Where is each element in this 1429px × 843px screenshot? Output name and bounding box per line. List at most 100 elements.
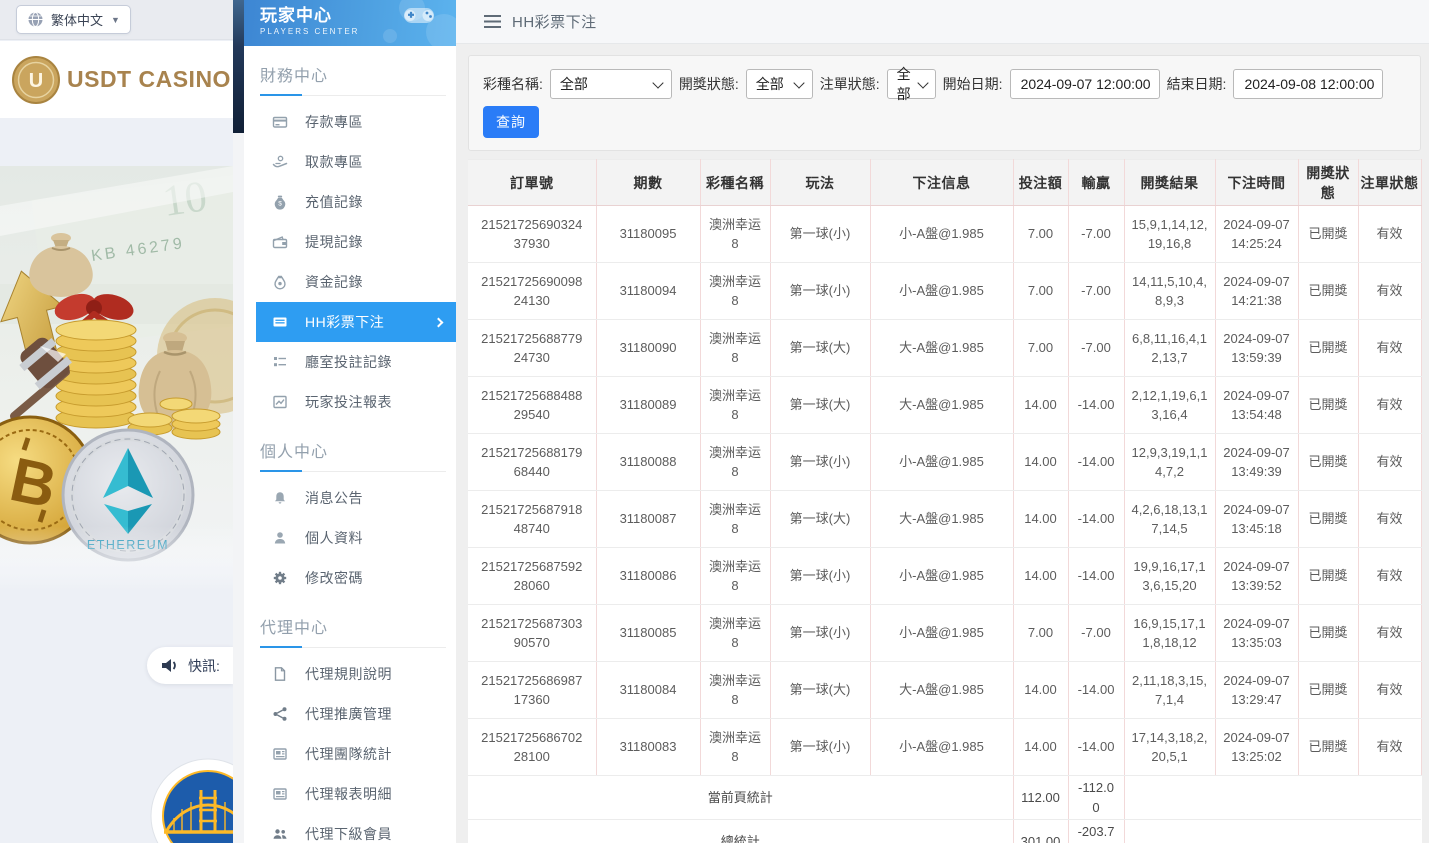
bet-cell: 已開獎 (1298, 719, 1358, 776)
bet-cell: 有效 (1358, 263, 1421, 320)
lottery-name-select[interactable]: 全部 (550, 69, 672, 99)
sidebar-item-withdrawal-records[interactable]: 提現記錄 (244, 222, 456, 262)
bet-cell: 有效 (1358, 662, 1421, 719)
bet-row: 215217256887792473031180090澳洲幸运8第一球(大)大-… (468, 320, 1421, 377)
bet-row: 215217256881796844031180088澳洲幸运8第一球(小)小-… (468, 434, 1421, 491)
sidebar-item-agent-rules[interactable]: 代理規則說明 (244, 654, 456, 694)
sidebar-item-agent-team-stats[interactable]: 代理團隊統計 (244, 734, 456, 774)
bet-cell: -7.00 (1068, 263, 1124, 320)
sidebar-item-agent-report-detail[interactable]: 代理報表明細 (244, 774, 456, 814)
bet-cell: -14.00 (1068, 548, 1124, 605)
end-date-input[interactable]: 2024-09-08 12:00:00 (1233, 69, 1383, 99)
bet-cell: 2024-09-07 13:49:39 (1215, 434, 1298, 491)
bet-cell: 大-A盤@1.985 (870, 377, 1013, 434)
svg-text:$: $ (278, 201, 282, 208)
bet-cell: 澳洲幸运8 (700, 377, 770, 434)
bet-cell: 12,9,3,19,1,14,7,2 (1124, 434, 1215, 491)
bet-cell: 澳洲幸运8 (700, 491, 770, 548)
document-icon (272, 666, 288, 682)
bet-cell: -14.00 (1068, 719, 1124, 776)
col-lottery-name: 彩種名稱 (700, 160, 770, 206)
sidebar-item-label: 修改密碼 (305, 568, 363, 588)
chevron-down-icon (652, 77, 663, 88)
sidebar-item-player-bet-report[interactable]: 玩家投注報表 (244, 382, 456, 422)
col-order-status: 注單狀態 (1358, 160, 1421, 206)
panel-edge-strip (233, 0, 244, 133)
recharge-bag-icon: $ (272, 194, 288, 210)
bet-cell: 2152172568698717360 (468, 662, 596, 719)
bet-cell: 2152172569032437930 (468, 206, 596, 263)
draw-status-select[interactable]: 全部 (746, 69, 813, 99)
sidebar-item-recharge-records[interactable]: $ 充值記錄 (244, 182, 456, 222)
sidebar-item-change-password[interactable]: 修改密碼 (244, 558, 456, 598)
sidebar-item-label: 存款專區 (305, 112, 363, 132)
bet-cell: 有效 (1358, 320, 1421, 377)
sidebar-item-hh-lottery-bets[interactable]: HH彩票下注 (256, 302, 456, 342)
hamburger-icon[interactable] (484, 15, 501, 28)
bet-cell: 14.00 (1013, 719, 1068, 776)
bet-cell: 澳洲幸运8 (700, 320, 770, 377)
sidebar-item-withdraw[interactable]: 取款專區 (244, 142, 456, 182)
globe-icon (27, 11, 44, 28)
sidebar-item-agent-downline-members[interactable]: 代理下級會員 (244, 814, 456, 843)
page-title: HH彩票下注 (512, 11, 597, 32)
col-bet-info: 下注信息 (870, 160, 1013, 206)
news-label: 快訊: (188, 656, 220, 676)
sidebar-item-hall-bet-records[interactable]: 廳室投註記錄 (244, 342, 456, 382)
users-icon (272, 826, 288, 842)
bet-cell: 第一球(大) (770, 320, 870, 377)
bet-cell: 2024-09-07 13:39:52 (1215, 548, 1298, 605)
sidebar-item-deposit[interactable]: 存款專區 (244, 102, 456, 142)
language-selector[interactable]: 繁体中文 ▼ (16, 5, 131, 34)
bet-cell: 小-A盤@1.985 (870, 548, 1013, 605)
order-status-value: 全部 (897, 64, 911, 104)
top-language-bar: 繁体中文 ▼ (0, 0, 233, 40)
order-status-select[interactable]: 全部 (887, 69, 936, 99)
bet-cell: 4,2,6,18,13,17,14,5 (1124, 491, 1215, 548)
bet-cell: 澳洲幸运8 (700, 662, 770, 719)
start-date-label: 開始日期: (943, 74, 1003, 94)
brand-logo[interactable]: U USDT CASINO (0, 41, 233, 118)
deposit-card-icon (272, 114, 288, 130)
bet-cell: 第一球(大) (770, 491, 870, 548)
bet-cell: 2024-09-07 13:29:47 (1215, 662, 1298, 719)
sidebar-item-label: 廳室投註記錄 (305, 352, 392, 372)
news-ticker[interactable]: 快訊: (147, 647, 233, 684)
bet-cell: 已開獎 (1298, 491, 1358, 548)
report-card-icon (272, 786, 288, 802)
sidebar-section-personal: 個人中心 消息公告 個人資料 修改密碼 (244, 438, 456, 598)
bet-cell: 14.00 (1013, 662, 1068, 719)
page: 繁体中文 ▼ U USDT CASINO (0, 0, 1429, 843)
bet-cell: 2,12,1,19,6,13,16,4 (1124, 377, 1215, 434)
bet-cell: 31180087 (596, 491, 700, 548)
search-button[interactable]: 查詢 (483, 106, 539, 138)
page-total-bet: 112.00 (1013, 776, 1068, 820)
bet-cell: 2152172568670228100 (468, 719, 596, 776)
bet-cell: 2152172568730390570 (468, 605, 596, 662)
bet-cell: 有效 (1358, 548, 1421, 605)
sidebar-item-profile[interactable]: 個人資料 (244, 518, 456, 558)
bet-cell: 14,11,5,10,4,8,9,3 (1124, 263, 1215, 320)
bet-cell: 有效 (1358, 491, 1421, 548)
bet-cell: 已開獎 (1298, 662, 1358, 719)
left-promo-panel: 繁体中文 ▼ U USDT CASINO (0, 0, 233, 843)
bet-cell: 7.00 (1013, 320, 1068, 377)
bet-cell: 31180090 (596, 320, 700, 377)
sidebar-item-funds-records[interactable]: 資金記錄 (244, 262, 456, 302)
bets-table: 訂單號 期數 彩種名稱 玩法 下注信息 投注額 輸贏 開獎結果 下注時間 開獎狀… (468, 159, 1422, 843)
chevron-down-icon (917, 77, 928, 88)
grand-total-empty (1124, 820, 1421, 843)
bet-cell: 已開獎 (1298, 377, 1358, 434)
sidebar-item-announcements[interactable]: 消息公告 (244, 478, 456, 518)
order-status-label: 注單狀態: (820, 74, 880, 94)
report-card-icon (272, 746, 288, 762)
bet-cell: -7.00 (1068, 605, 1124, 662)
bet-cell: 31180084 (596, 662, 700, 719)
start-date-input[interactable]: 2024-09-07 12:00:00 (1010, 69, 1160, 99)
bet-cell: -14.00 (1068, 377, 1124, 434)
bet-cell: 16,9,15,17,11,8,18,12 (1124, 605, 1215, 662)
bet-cell: 第一球(大) (770, 377, 870, 434)
sidebar-item-agent-promotion[interactable]: 代理推廣管理 (244, 694, 456, 734)
col-bet-time: 下注時間 (1215, 160, 1298, 206)
bet-cell: 31180085 (596, 605, 700, 662)
